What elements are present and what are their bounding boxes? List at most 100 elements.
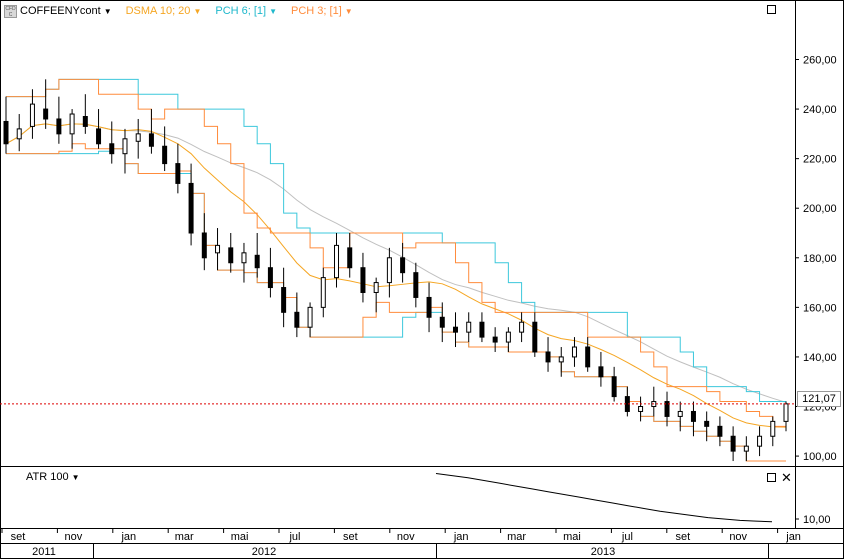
price-tick-label: 260,00 bbox=[803, 54, 837, 66]
candle-down bbox=[598, 366, 604, 378]
price-tick-label: 200,00 bbox=[803, 203, 837, 215]
candle-up bbox=[783, 403, 789, 422]
candle-down bbox=[360, 267, 366, 293]
candle-up bbox=[638, 406, 644, 412]
symbol-selector[interactable]: CFD C COFFEENYcont ▼ bbox=[4, 4, 112, 18]
candle-down bbox=[452, 326, 458, 333]
candle-down bbox=[267, 267, 273, 289]
candle-down bbox=[585, 346, 591, 368]
month-label: mai bbox=[563, 531, 581, 543]
month-label: nov bbox=[397, 531, 415, 543]
outer-frame bbox=[0, 0, 844, 559]
candle-down bbox=[254, 254, 260, 269]
candle-down bbox=[294, 311, 300, 328]
candle-down bbox=[690, 410, 696, 422]
candle-down bbox=[611, 376, 617, 398]
atr-indicator-selector[interactable]: ATR 100 ▼ bbox=[26, 471, 80, 483]
pch6-label: PCH 6; [1] bbox=[215, 5, 267, 17]
candle-up bbox=[320, 277, 326, 308]
candle-down bbox=[426, 296, 432, 318]
month-label: nov bbox=[729, 531, 747, 543]
candle-up bbox=[241, 252, 247, 264]
month-label: jan bbox=[785, 531, 801, 543]
pch6-indicator-selector[interactable]: PCH 6; [1] ▼ bbox=[215, 5, 277, 17]
candle-up bbox=[334, 244, 340, 279]
candle-up bbox=[69, 113, 75, 135]
candle-up bbox=[215, 244, 221, 254]
price-tick-label: 240,00 bbox=[803, 104, 837, 116]
symbol-label: COFFEENYcont bbox=[20, 5, 101, 17]
candle-down bbox=[730, 435, 736, 452]
maximize-pane-button[interactable] bbox=[767, 5, 776, 14]
candle-up bbox=[29, 103, 35, 127]
candle-down bbox=[492, 336, 498, 343]
close-atr-pane-button[interactable]: ✕ bbox=[781, 471, 792, 484]
chevron-down-icon: ▼ bbox=[269, 6, 278, 16]
month-label: jul bbox=[288, 531, 300, 543]
dsma-line bbox=[5, 123, 787, 428]
candle-down bbox=[56, 118, 62, 135]
year-label: 2011 bbox=[32, 546, 56, 558]
sma-slow-line bbox=[5, 123, 787, 403]
price-tick-label: 160,00 bbox=[803, 302, 837, 314]
candle-down bbox=[43, 108, 49, 120]
candle-up bbox=[743, 445, 749, 452]
chevron-down-icon: ▼ bbox=[71, 472, 80, 482]
candle-down bbox=[188, 182, 194, 234]
candle-down bbox=[413, 272, 419, 298]
candle-down bbox=[162, 145, 168, 165]
candle-down bbox=[228, 247, 234, 264]
candle-down bbox=[82, 116, 88, 127]
candle-up bbox=[519, 321, 525, 333]
month-label: set bbox=[343, 531, 358, 543]
dsma-indicator-selector[interactable]: DSMA 10; 20 ▼ bbox=[126, 5, 202, 17]
maximize-atr-pane-button[interactable] bbox=[767, 473, 776, 482]
candle-up bbox=[373, 282, 379, 293]
pch3-indicator-selector[interactable]: PCH 3; [1] ▼ bbox=[291, 5, 353, 17]
month-label: jan bbox=[453, 531, 469, 543]
candle-down bbox=[148, 133, 154, 147]
candle-up bbox=[571, 346, 577, 358]
month-label: jul bbox=[621, 531, 633, 543]
cfd-icon: CFD C bbox=[4, 4, 17, 18]
candle-down bbox=[479, 321, 485, 338]
price-tick-label: 140,00 bbox=[803, 352, 837, 364]
candle-down bbox=[281, 287, 287, 313]
candle-down bbox=[717, 425, 723, 437]
pch6-upper-line bbox=[6, 78, 787, 412]
atr-label: ATR 100 bbox=[26, 471, 69, 483]
candle-down bbox=[109, 143, 115, 155]
last-price-badge: 121,07 bbox=[797, 391, 841, 407]
chart-canvas[interactable]: 100,00120,00140,00160,00180,00200,00220,… bbox=[0, 0, 844, 560]
candle-up bbox=[16, 128, 22, 140]
month-label: jan bbox=[120, 531, 136, 543]
candle-up bbox=[122, 138, 128, 155]
candle-down bbox=[347, 247, 353, 269]
candle-down bbox=[704, 420, 710, 427]
candle-up bbox=[677, 410, 683, 417]
candle-down bbox=[175, 163, 181, 184]
year-label: 2012 bbox=[252, 546, 276, 558]
pch3-label: PCH 3; [1] bbox=[291, 5, 342, 17]
month-label: mar bbox=[175, 531, 194, 543]
chevron-down-icon: ▼ bbox=[344, 6, 353, 16]
candle-down bbox=[532, 321, 538, 353]
candle-up bbox=[307, 306, 313, 328]
chevron-down-icon: ▼ bbox=[193, 6, 202, 16]
candle-up bbox=[466, 321, 472, 333]
chart-legend: CFD C COFFEENYcont ▼ DSMA 10; 20 ▼ PCH 6… bbox=[4, 2, 353, 20]
month-label: nov bbox=[65, 531, 83, 543]
year-label: 2013 bbox=[591, 546, 615, 558]
candle-up bbox=[386, 257, 392, 284]
month-label: mai bbox=[231, 531, 249, 543]
candle-down bbox=[545, 351, 551, 363]
price-tick-label: 180,00 bbox=[803, 253, 837, 265]
candle-down bbox=[400, 257, 406, 274]
candle-up bbox=[770, 420, 776, 437]
candle-down bbox=[439, 316, 445, 328]
atr-line bbox=[435, 473, 773, 523]
atr-tick-label: 10,00 bbox=[803, 514, 831, 526]
candle-down bbox=[96, 128, 102, 145]
pch3-upper-line bbox=[6, 78, 787, 427]
chevron-down-icon: ▼ bbox=[103, 6, 112, 16]
